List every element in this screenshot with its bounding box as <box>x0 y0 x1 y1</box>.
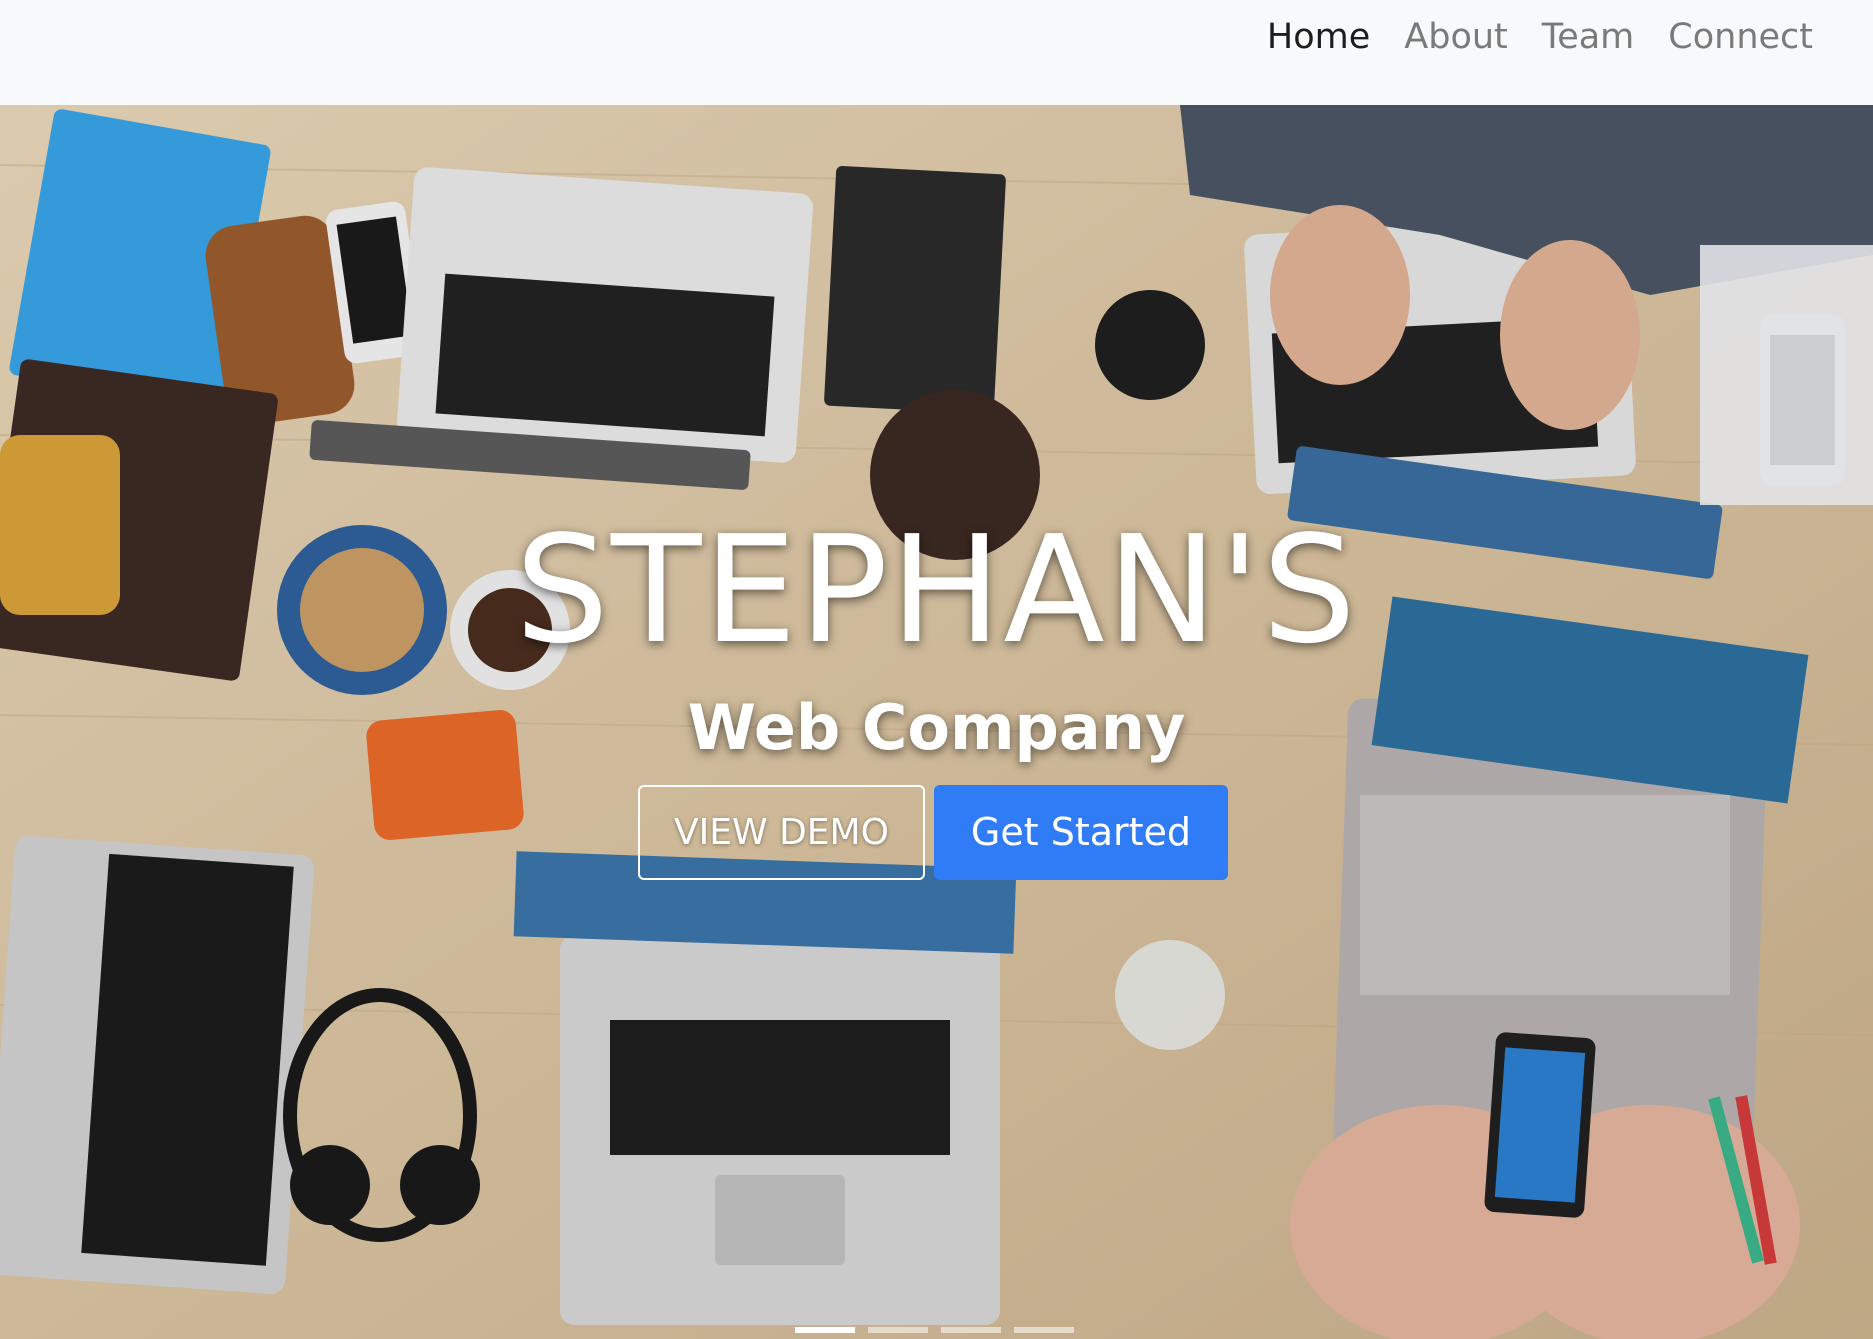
nav-connect-link[interactable]: Connect <box>1668 14 1813 60</box>
carousel-indicator-4[interactable] <box>1014 1327 1074 1333</box>
nav-home-link[interactable]: Home <box>1267 14 1370 60</box>
nav-team-link[interactable]: Team <box>1542 14 1635 60</box>
nav-links: Home About Team Connect <box>1267 14 1813 60</box>
hero-subtitle: Web Company <box>687 691 1186 764</box>
navbar: Home About Team Connect <box>0 0 1873 105</box>
hero-title: STEPHAN'S <box>515 504 1358 676</box>
carousel-indicator-1[interactable] <box>795 1327 855 1333</box>
carousel-indicators <box>795 1327 1074 1333</box>
get-started-button[interactable]: Get Started <box>934 785 1228 880</box>
carousel-indicator-3[interactable] <box>941 1327 1001 1333</box>
hero-carousel: STEPHAN'S Web Company VIEW DEMO Get Star… <box>0 105 1873 1339</box>
view-demo-button[interactable]: VIEW DEMO <box>638 785 925 880</box>
carousel-indicator-2[interactable] <box>868 1327 928 1333</box>
nav-about-link[interactable]: About <box>1404 14 1507 60</box>
